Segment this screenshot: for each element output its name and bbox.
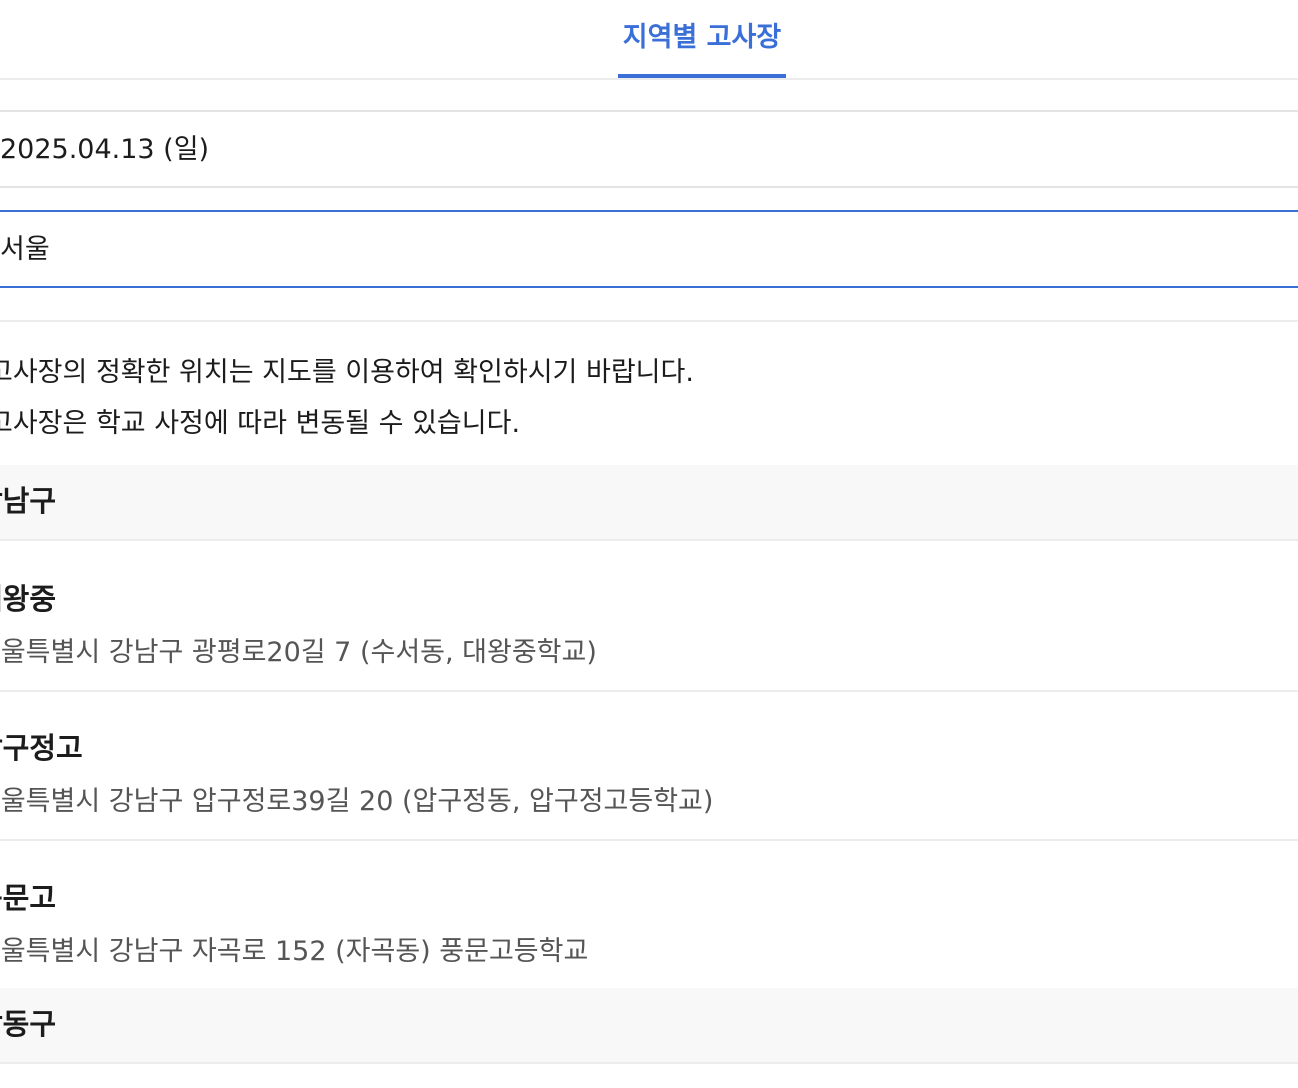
district-name: 강남구 (0, 484, 57, 518)
divider (0, 320, 1298, 322)
exam-site-page: 지역별 고사장 2025.04.13 (일) 서울 고사장의 정확한 위치는 지… (0, 0, 1298, 1088)
school-list-item[interactable]: 압구정고 서울특별시 강남구 압구정로39길 20 (압구정동, 압구정고등학교… (0, 689, 1298, 841)
district-header: 강남구 (0, 465, 1298, 541)
school-list-item[interactable]: 풍문고 서울특별시 강남구 자곡로 152 (자곡동) 풍문고등학교 (0, 839, 1298, 991)
tab-regional-exam-sites[interactable]: 지역별 고사장 (618, 0, 786, 78)
school-address: 서울특별시 강남구 압구정로39길 20 (압구정동, 압구정고등학교) (0, 786, 714, 817)
notice-text: 고사장은 학교 사정에 따라 변동될 수 있습니다. (0, 408, 521, 439)
district-name: 강동구 (0, 1007, 57, 1041)
school-list-item[interactable]: 대왕중 서울특별시 강남구 광평로20길 7 (수서동, 대왕중학교) (0, 540, 1298, 692)
school-address: 서울특별시 강남구 광평로20길 7 (수서동, 대왕중학교) (0, 637, 597, 668)
school-name: 압구정고 (0, 731, 83, 765)
tab-bar: 지역별 고사장 (0, 0, 1298, 80)
notice-text: 고사장의 정확한 위치는 지도를 이용하여 확인하시기 바랍니다. (0, 357, 694, 388)
district-header: 강동구 (0, 988, 1298, 1064)
school-name: 풍문고 (0, 881, 57, 915)
school-name: 대왕중 (0, 582, 57, 616)
exam-date-select[interactable]: 2025.04.13 (일) (0, 110, 1298, 188)
school-address: 서울특별시 강남구 자곡로 152 (자곡동) 풍문고등학교 (0, 936, 589, 967)
region-select[interactable]: 서울 (0, 210, 1298, 288)
